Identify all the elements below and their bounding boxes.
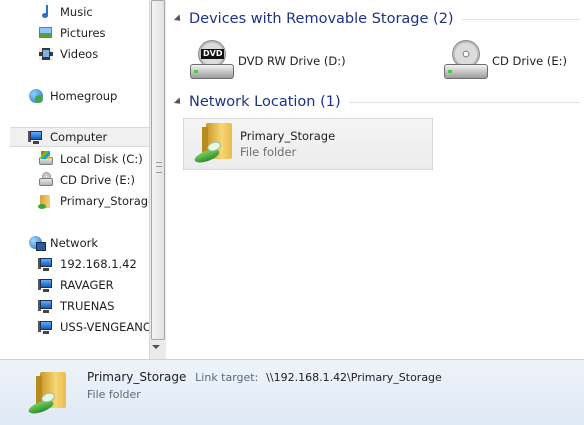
- nav-item-music[interactable]: Music: [38, 2, 93, 22]
- group-header-network-location[interactable]: Network Location (1): [173, 92, 580, 112]
- content-pane: Devices with Removable Storage (2) DVD D…: [170, 0, 584, 359]
- nav-scrollbar[interactable]: [149, 0, 166, 359]
- group-divider: [461, 18, 580, 20]
- group-header-devices[interactable]: Devices with Removable Storage (2): [173, 9, 580, 29]
- nav-item-label: Videos: [60, 47, 99, 61]
- nav-item-192-168-1-42[interactable]: 192.168.1.42: [38, 254, 137, 274]
- nav-item-homegroup[interactable]: Homegroup: [28, 86, 117, 106]
- nav-item-uss-vengeance[interactable]: USS-VENGEANCE: [38, 317, 149, 337]
- nav-item-label: CD Drive (E:): [60, 173, 135, 187]
- nav-item-label: Pictures: [60, 26, 106, 40]
- pictures-icon: [38, 25, 54, 41]
- nav-item-network[interactable]: Network: [28, 233, 98, 253]
- network-folder-icon: [184, 121, 236, 167]
- details-link-target-value: \\192.168.1.42\Primary_Storage: [266, 371, 442, 384]
- network-folder-icon: [38, 193, 54, 209]
- grip-icon: [156, 162, 162, 173]
- drive-tile-dvd[interactable]: DVD DVD RW Drive (D:): [184, 36, 384, 86]
- scroll-down-arrow-icon[interactable]: [152, 345, 160, 349]
- network-computer-icon: [38, 277, 54, 293]
- network-computer-icon: [38, 256, 54, 272]
- drive-name: CD Drive (E:): [492, 54, 567, 68]
- nav-item-label: Computer: [50, 130, 108, 144]
- local-disk-icon: [38, 151, 54, 167]
- network-icon: [28, 235, 46, 251]
- nav-item-label: Primary_Storage: [60, 194, 149, 208]
- scrollbar-thumb[interactable]: [151, 0, 165, 340]
- details-item-name: Primary_Storage: [87, 370, 187, 384]
- videos-icon: [38, 46, 54, 62]
- collapse-chevron-icon[interactable]: [173, 97, 184, 107]
- computer-icon: [28, 129, 44, 145]
- details-pane: Primary_Storage Link target: \\192.168.1…: [0, 359, 584, 425]
- nav-item-label: USS-VENGEANCE: [60, 320, 149, 334]
- group-title: Network Location (1): [189, 94, 341, 110]
- cd-drive-icon: [438, 38, 490, 84]
- nav-item-label: 192.168.1.42: [60, 257, 137, 271]
- details-name-line: Primary_Storage Link target: \\192.168.1…: [87, 370, 442, 384]
- nav-item-ravager[interactable]: RAVAGER: [38, 275, 114, 295]
- nav-item-truenas[interactable]: TRUENAS: [38, 296, 114, 316]
- nav-item-label: Network: [50, 236, 99, 250]
- details-item-type: File folder: [87, 388, 141, 401]
- nav-item-pictures[interactable]: Pictures: [38, 23, 106, 43]
- nav-item-primary-storage[interactable]: Primary_Storage: [38, 191, 149, 211]
- nav-item-label: Music: [60, 5, 93, 19]
- network-folder-icon: [20, 364, 74, 418]
- drive-name: DVD RW Drive (D:): [238, 54, 346, 68]
- music-icon: [38, 4, 54, 20]
- nav-item-label: Homegroup: [50, 89, 118, 103]
- location-name: Primary_Storage: [240, 129, 336, 143]
- nav-item-label: Local Disk (C:): [60, 152, 143, 166]
- nav-item-label: RAVAGER: [60, 278, 114, 292]
- location-type: File folder: [240, 145, 297, 159]
- dvd-drive-icon: DVD: [184, 38, 236, 84]
- nav-item-label: TRUENAS: [60, 299, 115, 313]
- nav-item-computer[interactable]: Computer: [10, 127, 149, 147]
- collapse-chevron-icon[interactable]: [173, 14, 184, 24]
- homegroup-icon: [28, 88, 44, 104]
- network-computer-icon: [38, 319, 54, 335]
- details-link-target-label: Link target:: [195, 371, 259, 384]
- network-computer-icon: [38, 298, 54, 314]
- nav-item-cd-drive[interactable]: CD Drive (E:): [38, 170, 135, 190]
- network-location-tile[interactable]: Primary_Storage File folder: [183, 118, 433, 170]
- nav-item-local-disk[interactable]: Local Disk (C:): [38, 149, 143, 169]
- navigation-pane: Music Pictures Videos Homegroup Computer…: [0, 0, 149, 359]
- cd-drive-icon: [38, 172, 54, 188]
- drive-tile-cd[interactable]: CD Drive (E:): [438, 36, 578, 86]
- group-divider: [348, 101, 580, 103]
- group-title: Devices with Removable Storage (2): [189, 11, 454, 27]
- nav-item-videos[interactable]: Videos: [38, 44, 98, 64]
